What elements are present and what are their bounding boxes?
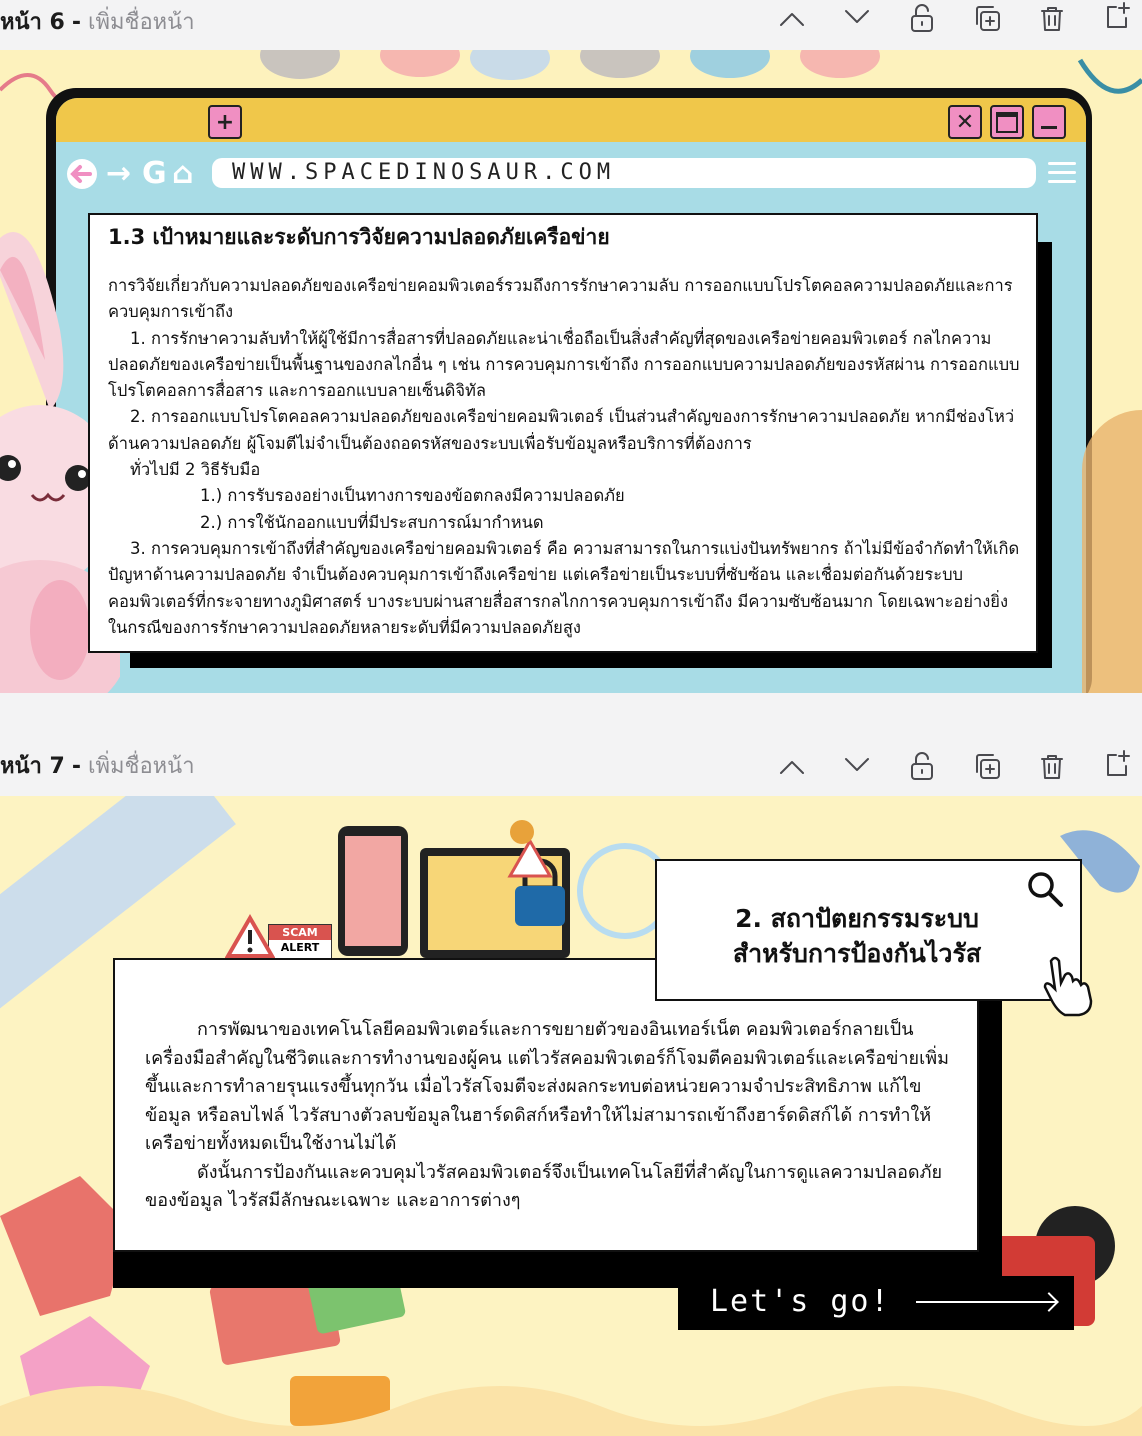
separator: - (71, 10, 82, 35)
page-label: หน้า 7 (0, 754, 65, 779)
warning-icon (225, 914, 275, 958)
unlock-icon[interactable] (902, 0, 942, 38)
trash-icon[interactable] (1032, 746, 1072, 786)
section-heading: 1.3 เป้าหมายและระดับการวิจัยความปลอดภัยเ… (108, 225, 610, 249)
slide-title-line-2: สำหรับการป้องกันไวรัส (732, 939, 982, 968)
section-body: การวิจัยเกี่ยวกับความปลอดภัยของเครือข่าย… (108, 273, 1020, 641)
paragraph: 3. การควบคุมการเข้าถึงที่สำคัญของเครือข่… (108, 538, 1020, 637)
chevron-down-icon[interactable] (837, 0, 877, 36)
page-label: หน้า 6 (0, 10, 65, 35)
duplicate-icon[interactable] (967, 0, 1007, 38)
add-page-icon[interactable] (1097, 0, 1137, 36)
paragraph: 1.) การรับรองอย่างเป็นทางการของข้อตกลงมี… (200, 486, 625, 506)
maximize-window-button[interactable] (990, 105, 1024, 139)
magnifier-icon (1028, 872, 1063, 907)
reload-icon: G (142, 156, 167, 191)
separator: - (71, 754, 82, 779)
slide-title: 2. สถาปัตยกรรมระบบ สำหรับการป้องกันไวรัส (657, 901, 1057, 971)
page-name-input[interactable]: เพิ่มชื่อหน้า (88, 754, 195, 779)
paragraph: 1. การรักษาความลับทำให้ผู้ใช้มีการสื่อสา… (108, 328, 1020, 401)
home-icon: ⌂ (172, 156, 194, 191)
content-card: การพัฒนาของเทคโนโลยีคอมพิวเตอร์และการขยา… (113, 958, 979, 1252)
paragraph: การพัฒนาของเทคโนโลยีคอมพิวเตอร์และการขยา… (145, 1019, 949, 1154)
address-bar[interactable]: WWW.SPACEDINOSAUR.COM (212, 158, 1036, 188)
paragraph: 2.) การใช้นักออกแบบที่มีประสบการณ์มากำหน… (200, 512, 544, 532)
right-decor (1082, 410, 1142, 693)
lets-go-button[interactable]: Let's go! (678, 1276, 1074, 1330)
page-7-header: หน้า 7 - เพิ่มชื่อหน้า (0, 738, 1142, 796)
unlock-icon[interactable] (902, 746, 942, 786)
slide-6[interactable]: + ✕ → G ⌂ WWW.SPACEDINOSAUR.COM 1.3 เป้า… (0, 50, 1142, 693)
scam-alert-badge: SCAM ALERT (268, 924, 332, 960)
alert-label: ALERT (280, 941, 320, 954)
new-tab-button[interactable]: + (208, 105, 242, 139)
paragraph: ดังนั้นการป้องกันและควบคุมไวรัสคอมพิวเตอ… (145, 1161, 943, 1212)
slide-7[interactable]: SCAM ALERT การพัฒนาของเทคโนโลยีคอมพิวเตอ… (0, 796, 1142, 1436)
close-window-button[interactable]: ✕ (948, 105, 982, 139)
menu-icon (1048, 162, 1076, 184)
minimize-window-button[interactable] (1032, 105, 1066, 139)
page-6-title[interactable]: หน้า 6 - เพิ่มชื่อหน้า (0, 4, 195, 39)
back-arrow-icon (64, 156, 100, 200)
page-7-title[interactable]: หน้า 7 - เพิ่มชื่อหน้า (0, 748, 195, 783)
url-text: WWW.SPACEDINOSAUR.COM (232, 160, 616, 185)
scam-label: SCAM (269, 925, 331, 940)
chevron-up-icon[interactable] (772, 0, 812, 40)
arrow-right-icon (916, 1301, 1056, 1303)
maximize-icon (996, 111, 1018, 133)
section-body: การพัฒนาของเทคโนโลยีคอมพิวเตอร์และการขยา… (145, 1016, 955, 1216)
lets-go-label: Let's go! (710, 1284, 891, 1319)
content-card: 1.3 เป้าหมายและระดับการวิจัยความปลอดภัยเ… (88, 213, 1038, 653)
hand-cursor-icon (1043, 956, 1093, 1017)
title-box: 2. สถาปัตยกรรมระบบ สำหรับการป้องกันไวรัส (655, 859, 1093, 1017)
forward-arrow-icon: → (106, 156, 132, 191)
minimize-icon (1041, 125, 1057, 129)
slide-title-line-1: 2. สถาปัตยกรรมระบบ (735, 904, 979, 933)
trash-icon[interactable] (1032, 0, 1072, 38)
page-6-header: หน้า 6 - เพิ่มชื่อหน้า (0, 0, 1142, 50)
chevron-down-icon[interactable] (837, 744, 877, 784)
add-page-icon[interactable] (1097, 744, 1137, 784)
paragraph: การวิจัยเกี่ยวกับความปลอดภัยของเครือข่าย… (108, 276, 1013, 322)
page-name-input[interactable]: เพิ่มชื่อหน้า (88, 10, 195, 35)
paragraph: ทั่วไปมี 2 วิธีรับมือ (130, 460, 261, 480)
paragraph: 2. การออกแบบโปรโตคอลความปลอดภัยของเครือข… (108, 407, 1015, 453)
duplicate-icon[interactable] (967, 746, 1007, 786)
chevron-up-icon[interactable] (772, 748, 812, 788)
